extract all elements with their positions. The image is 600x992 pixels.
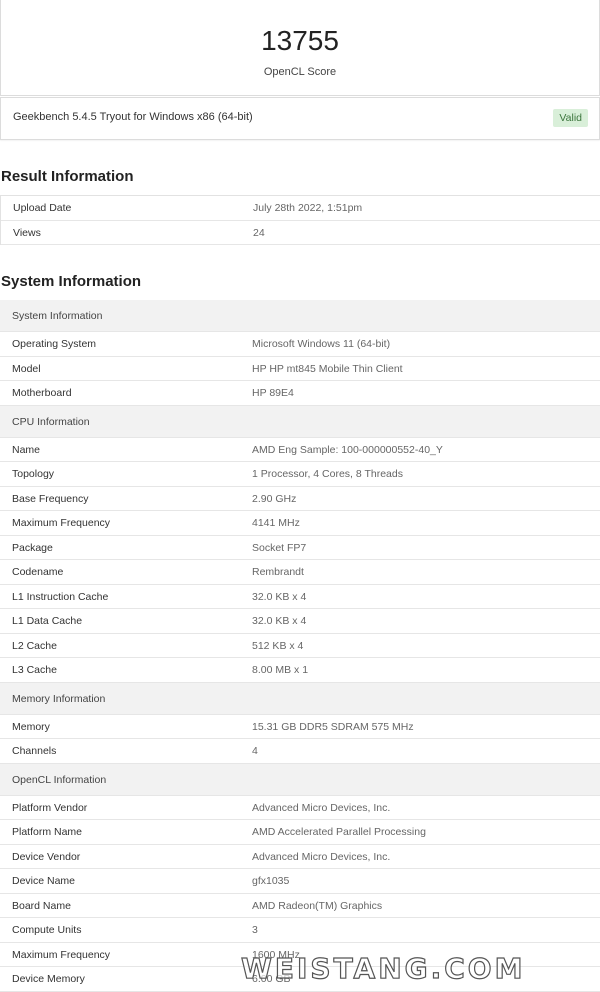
table-row: L1 Instruction Cache 32.0 KB x 4 [0,585,600,609]
row-value: 32.0 KB x 4 [252,615,307,627]
system-information-table: System Information Operating System Micros… [0,300,600,992]
row-key: L2 Cache [12,639,57,652]
row-key: Device Memory [12,973,85,985]
table-row: Upload Date July 28th 2022, 1:51pm [1,196,600,221]
row-key: Memory [12,720,50,733]
row-key: L1 Data Cache [12,615,83,627]
row-key: Board Name [12,899,71,912]
row-value: AMD Radeon(TM) Graphics [252,899,383,912]
benchmark-version-text: Geekbench 5.4.5 Tryout for Windows x86 (… [13,111,253,123]
row-key: Channels [12,745,57,757]
table-row: L2 Cache 512 KB x 4 [0,634,600,658]
table-row: L3 Cache 8.00 MB x 1 [0,658,600,683]
row-value: Microsoft Windows 11 (64-bit) [252,338,391,350]
row-value: 15.31 GB DDR5 SDRAM 575 MHz [252,720,414,733]
row-key: Compute Units [12,924,82,936]
table-row: Operating System Microsoft Windows 11 (64… [0,332,600,357]
table-row: Platform Vendor Advanced Micro Devices, I… [0,796,600,820]
watermark-text: WEISTANG.COM [240,951,526,985]
table-row: Base Frequency 2.90 GHz [0,487,600,511]
table-group-header: System Information [0,300,600,332]
table-row: Package Socket FP7 [0,536,600,560]
table-row: Channels 4 [0,739,600,764]
row-value: Rembrandt [252,566,304,578]
group-header-label: OpenCL Information [12,773,107,786]
row-key: Device Name [12,875,76,887]
row-key: Operating System [12,338,97,350]
row-value: gfx1035 [252,875,290,887]
row-value: AMD Eng Sample: 100-000000552-40_Y [252,443,443,456]
row-value: 512 KB x 4 [252,639,304,652]
row-value: HP 89E4 [252,387,294,399]
group-header-label: System Information [12,310,103,322]
row-key: Package [12,541,53,554]
row-key: Platform Vendor [12,801,88,814]
table-row: Board Name AMD Radeon(TM) Graphics [0,894,600,918]
row-key: Model [12,362,41,375]
row-value: 8.00 MB x 1 [252,664,309,676]
row-key: Codename [12,566,64,578]
valid-status-badge: Valid [553,109,588,127]
row-value: Advanced Micro Devices, Inc. [252,801,391,814]
table-row: Device Name gfx1035 [0,869,600,894]
row-key: Base Frequency [12,492,89,505]
table-row: Views 24 [1,221,600,245]
table-row: L1 Data Cache 32.0 KB x 4 [0,609,600,634]
score-card: 13755 OpenCL Score [0,0,600,96]
row-key: Maximum Frequency [12,517,111,529]
row-key: Motherboard [12,387,72,399]
row-key: Name [12,443,41,456]
row-key: L1 Instruction Cache [12,590,109,603]
opencl-score-label: OpenCL Score [263,66,337,78]
result-information-table: Upload Date July 28th 2022, 1:51pm Views… [0,195,600,245]
row-key: Upload Date [13,202,72,214]
row-key: L3 Cache [12,664,57,676]
table-row: Compute Units 3 [0,918,600,943]
system-information-title: System Information [1,273,142,290]
benchmark-version-card: Geekbench 5.4.5 Tryout for Windows x86 (… [0,97,600,140]
result-information-title: Result Information [1,168,134,185]
table-row: Topology 1 Processor, 4 Cores, 8 Threads [0,462,600,487]
table-row: Name AMD Eng Sample: 100-000000552-40_Y [0,438,600,462]
table-row: Motherboard HP 89E4 [0,381,600,406]
table-group-header: OpenCL Information [0,763,600,796]
row-value: 4 [252,745,258,757]
table-group-header: Memory Information [0,682,600,715]
row-value: 4141 MHz [252,517,300,529]
row-value: July 28th 2022, 1:51pm [253,202,363,214]
table-row: Model HP HP mt845 Mobile Thin Client [0,357,600,381]
row-value: 3 [252,924,258,936]
table-row: Codename Rembrandt [0,560,600,585]
row-value: 24 [253,226,265,239]
group-header-label: Memory Information [12,692,106,705]
row-value: 2.90 GHz [252,492,297,505]
row-value: Socket FP7 [252,541,307,554]
row-key: Maximum Frequency [12,948,111,961]
table-row: Maximum Frequency 4141 MHz [0,511,600,536]
row-key: Device Vendor [12,850,81,863]
row-value: 1 Processor, 4 Cores, 8 Threads [252,468,403,480]
row-value: AMD Accelerated Parallel Processing [252,826,426,838]
row-key: Platform Name [12,826,83,838]
row-value: 32.0 KB x 4 [252,590,307,603]
row-value: HP HP mt845 Mobile Thin Client [252,362,403,375]
group-header-label: CPU Information [12,415,90,428]
table-row: Platform Name AMD Accelerated Parallel Pr… [0,820,600,845]
row-key: Views [13,226,41,239]
table-row: Device Vendor Advanced Micro Devices, Inc… [0,845,600,869]
row-key: Topology [12,468,55,480]
opencl-score-value: 13755 [261,25,339,56]
row-value: Advanced Micro Devices, Inc. [252,850,391,863]
table-group-header: CPU Information [0,405,600,438]
table-row: Memory 15.31 GB DDR5 SDRAM 575 MHz [0,715,600,739]
